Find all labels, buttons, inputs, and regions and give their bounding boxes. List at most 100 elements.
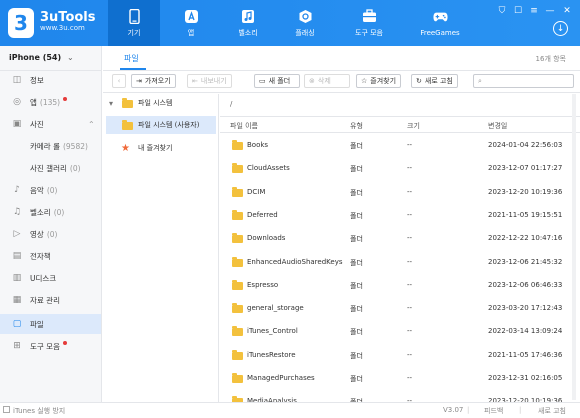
file-modified: 2021-11-05 17:46:36	[488, 350, 563, 359]
update-link[interactable]: 새로 고침	[538, 406, 566, 416]
sidebar-item-music[interactable]: ♪ 음악 (0)	[0, 180, 101, 200]
sidebar-item-ringtones[interactable]: ♫ 벨소리 (0)	[0, 202, 101, 222]
download-icon[interactable]: ↓	[553, 21, 568, 36]
udisk-icon: ▥	[12, 273, 22, 283]
import-button[interactable]: ⇥ 가져오기	[131, 74, 176, 88]
device-icon	[127, 8, 142, 24]
search-input[interactable]: ⌕	[473, 74, 574, 88]
column-modified[interactable]: 변경일	[488, 121, 507, 131]
sidebar-item-udisk[interactable]: ▥ U디스크	[0, 268, 101, 288]
tab-files[interactable]: 파일	[124, 53, 139, 64]
export-icon: ⇤	[192, 77, 198, 85]
sidebar-item-camera-roll[interactable]: 카메라 롤 (9582)	[0, 136, 101, 156]
refresh-label: 새로 고침	[424, 77, 453, 85]
tree-item-filesystem-user[interactable]: 파일 시스템 (사용자)	[106, 116, 216, 134]
skin-icon[interactable]: ☐	[512, 5, 524, 17]
file-modified: 2023-12-20 10:19:36	[488, 187, 563, 196]
sidebar-item-label: 카메라 롤	[30, 141, 60, 151]
delete-button[interactable]: ⊗ 삭제	[304, 74, 350, 88]
sidebar-item-photo-gallery[interactable]: 사진 갤러리 (0)	[0, 158, 101, 178]
app-logo: 3 3uTools www.3u.com	[8, 8, 96, 38]
tab-flash[interactable]: 플래싱	[279, 0, 331, 46]
table-row[interactable]: iTunesRestore 폴더 -- 2021-11-05 17:46:36	[220, 344, 580, 367]
close-button[interactable]: ✕	[561, 5, 573, 17]
file-name: CloudAssets	[247, 164, 290, 173]
table-row[interactable]: Espresso 폴더 -- 2023-12-06 06:46:33	[220, 274, 580, 297]
import-label: 가져오기	[144, 77, 171, 85]
sidebar-item-count: (135)	[39, 97, 61, 107]
sidebar-item-label: 음악	[30, 185, 44, 195]
tab-freegames[interactable]: FreeGames	[407, 0, 473, 46]
device-name: iPhone (54)	[9, 53, 62, 62]
sidebar-item-toolbox[interactable]: ⊞ 도구 모음	[0, 336, 101, 356]
sidebar-item-apps[interactable]: ◎ 앱 (135)	[0, 92, 101, 112]
file-modified: 2024-01-04 22:56:03	[488, 141, 563, 149]
column-size[interactable]: 크기	[407, 121, 420, 131]
device-selector[interactable]: iPhone (54) ⌄	[9, 53, 74, 62]
sidebar-item-label: 파일	[30, 319, 44, 329]
refresh-button[interactable]: ↻ 새로 고침	[411, 74, 458, 88]
sidebar-item-ebooks[interactable]: ▤ 전자책	[0, 246, 101, 266]
file-type: 폴더	[350, 375, 363, 383]
table-row[interactable]: MediaAnalysis폴더--2023-12-20 10:19:36	[220, 390, 580, 402]
separator: |	[519, 406, 522, 414]
search-icon: ⌕	[478, 77, 482, 85]
tree-item-filesystem[interactable]: ▾ 파일 시스템	[103, 94, 219, 112]
table-row[interactable]: EnhancedAudioSharedKeys 폴더 -- 2023-12-06 21…	[220, 251, 580, 274]
tab-toolbox[interactable]: 도구 모음	[336, 0, 402, 46]
tree-item-favorites[interactable]: ★ 내 즐겨찾기	[103, 139, 219, 157]
folder-icon	[232, 303, 243, 314]
file-size: --	[407, 187, 413, 196]
new-folder-button[interactable]: ▭ 새 폴더	[254, 74, 300, 88]
sidebar-item-photos[interactable]: ▣ 사진 ⌃	[0, 114, 101, 134]
table-row[interactable]: iTunes_Control 폴더 -- 2022-03-14 13:09:24	[220, 320, 580, 343]
menu-icon[interactable]: ≡	[528, 5, 540, 17]
feedback-link[interactable]: 피드백	[484, 406, 503, 416]
favorite-label: 즐겨찾기	[370, 77, 397, 85]
app-window: 3 3uTools www.3u.com 기기 앱 벨소리 플래싱 도구 모음 …	[0, 0, 580, 418]
table-row[interactable]: Books 폴더 -- 2024-01-04 22:56:03	[220, 134, 580, 157]
delete-label: 삭제	[317, 77, 331, 85]
table-row[interactable]: ManagedPurchases 폴더 -- 2023-12-31 02:16:05	[220, 367, 580, 390]
back-button[interactable]: ‹	[112, 74, 126, 88]
expand-icon: ▾	[109, 98, 114, 108]
folder-icon	[232, 256, 243, 267]
sidebar-item-count: (0)	[69, 163, 81, 173]
folder-tree: ▾ 파일 시스템 파일 시스템 (사용자) ★ 내 즐겨찾기	[103, 94, 219, 402]
file-modified: 2021-11-05 19:15:51	[488, 210, 563, 219]
file-size: --	[407, 374, 413, 382]
table-row[interactable]: CloudAssets 폴더 -- 2023-12-07 01:17:27	[220, 157, 580, 180]
export-button[interactable]: ⇤ 내보내기	[187, 74, 232, 88]
sidebar-item-video[interactable]: ▷ 영상 (0)	[0, 224, 101, 244]
table-row[interactable]: DCIM 폴더 -- 2023-12-20 10:19:36	[220, 181, 580, 204]
minimize-button[interactable]: —	[544, 5, 556, 17]
tab-apps[interactable]: 앱	[165, 0, 217, 46]
flash-icon	[298, 9, 313, 24]
column-name[interactable]: 파일 이름	[230, 121, 258, 131]
sidebar-item-data-manager[interactable]: ▦ 자료 관리	[0, 290, 101, 310]
file-size: --	[407, 327, 413, 336]
sidebar-item-files[interactable]: ▢ 파일	[0, 314, 101, 334]
favorite-button[interactable]: ☆ 즐겨찾기	[356, 74, 402, 88]
itunes-block-checkbox[interactable]	[3, 406, 10, 413]
tab-toolbox-label: 도구 모음	[355, 28, 383, 37]
table-row[interactable]: Downloads 폴더 -- 2022-12-22 10:47:16	[220, 227, 580, 250]
column-type[interactable]: 유형	[350, 121, 363, 131]
sidebar-item-count: (0)	[46, 185, 58, 195]
tab-ringtones[interactable]: 벨소리	[222, 0, 274, 46]
scrollbar[interactable]	[572, 94, 576, 400]
file-type: 폴더	[350, 305, 363, 314]
shield-icon[interactable]: ⛉	[496, 5, 508, 17]
top-bar: 3 3uTools www.3u.com 기기 앱 벨소리 플래싱 도구 모음 …	[0, 0, 580, 46]
file-modified: 2022-12-22 10:47:16	[488, 234, 563, 243]
file-name: iTunesRestore	[247, 350, 296, 359]
sidebar-item-label: 사진 갤러리	[30, 163, 67, 173]
sidebar-item-info[interactable]: ◫ 정보	[0, 70, 101, 90]
version-label: V3.07	[443, 406, 464, 414]
table-row[interactable]: Deferred 폴더 -- 2021-11-05 19:15:51	[220, 204, 580, 227]
tab-device[interactable]: 기기	[108, 0, 160, 46]
file-type: 폴더	[350, 165, 363, 174]
table-row[interactable]: general_storage 폴더 -- 2023-03-20 17:12:43	[220, 297, 580, 320]
path-breadcrumb: /	[230, 100, 233, 108]
notification-dot	[62, 340, 67, 345]
